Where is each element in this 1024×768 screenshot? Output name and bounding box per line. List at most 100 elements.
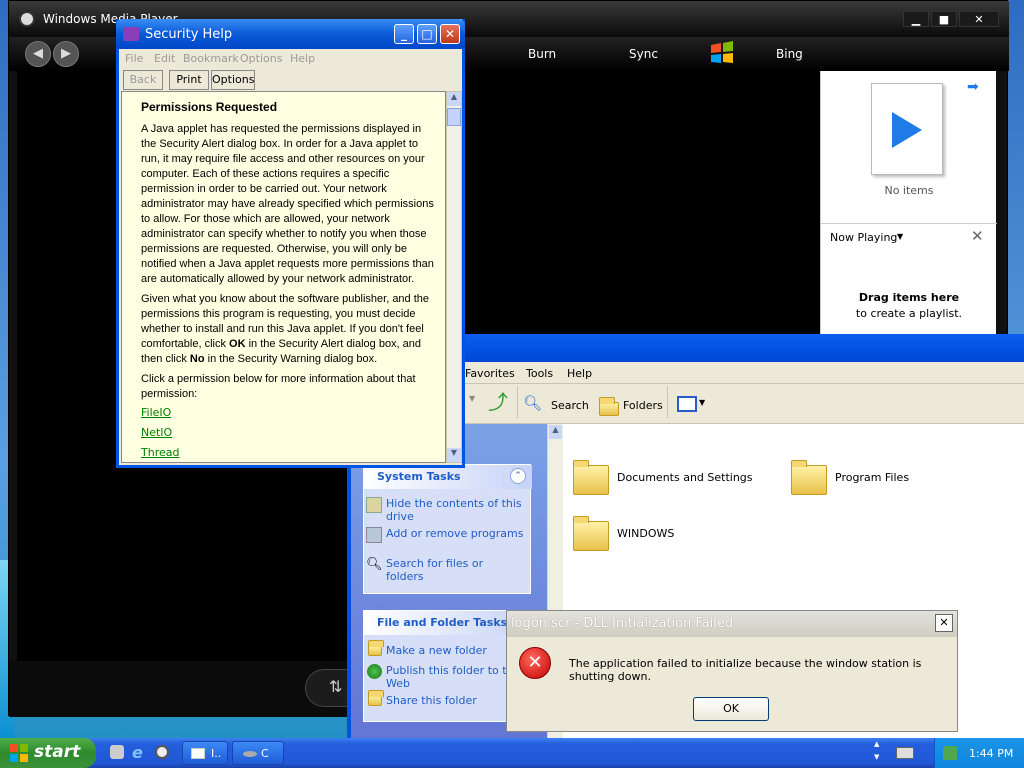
security-help-buttonbar: Back Print Options — [119, 69, 462, 91]
folder-icon[interactable] — [573, 516, 609, 551]
start-label: start — [34, 742, 81, 762]
back-button[interactable]: Back — [123, 70, 163, 90]
shuffle-icon[interactable]: ⇅ — [329, 677, 342, 696]
scroll-up-icon[interactable]: ▲ — [874, 740, 879, 748]
close-button[interactable]: ✕ — [935, 614, 953, 632]
up-folder-icon[interactable]: ⤴ — [488, 392, 508, 412]
folders-icon — [599, 397, 619, 416]
link-thread[interactable]: Thread — [141, 446, 179, 459]
tab-bing[interactable]: Bing — [776, 47, 803, 61]
playlist-placeholder-icon — [871, 83, 943, 175]
task-share[interactable]: Share this folder — [386, 694, 524, 707]
clear-list-icon[interactable]: ✕ — [971, 227, 984, 245]
forward-arrow-icon[interactable]: ▶ — [53, 41, 79, 67]
play-icon — [892, 112, 922, 148]
help-paragraph-1: A Java applet has requested the permissi… — [141, 123, 434, 285]
drag-items-title: Drag items here — [858, 291, 960, 304]
windows-flag-icon — [10, 744, 28, 762]
folder-icon[interactable] — [573, 460, 609, 495]
drive-icon — [366, 497, 382, 513]
windows-flag-icon — [709, 41, 735, 65]
wmp-close-button[interactable]: ✕ — [959, 11, 999, 27]
ie-icon[interactable]: e — [132, 743, 143, 762]
minimize-button[interactable]: _ — [394, 24, 414, 44]
taskbar-task-2[interactable]: C — [232, 741, 284, 765]
wmp-playlist-panel: ➡ No items Now Playing ▼ ✕ Drag items he… — [820, 71, 997, 335]
task-search[interactable]: Search for files or folders — [386, 557, 524, 583]
taskbar-task-1[interactable]: I.. — [182, 741, 228, 765]
folder-icon[interactable] — [791, 460, 827, 495]
wmp-maximize-button[interactable]: ■ — [931, 11, 957, 27]
error-icon: ✕ — [519, 647, 551, 679]
menu-help[interactable]: Help — [290, 52, 315, 65]
print-button[interactable]: Print — [169, 70, 209, 90]
task-new-folder[interactable]: Make a new folder — [386, 644, 524, 657]
back-arrow-icon[interactable]: ◀ — [25, 41, 51, 67]
share-folder-icon — [368, 690, 384, 706]
taskbar: start e I.. C ▲ ▼ 1:44 PM — [0, 738, 1024, 768]
close-button[interactable]: ✕ — [440, 24, 460, 44]
scroll-down-icon[interactable]: ▼ — [874, 753, 879, 761]
wmp-minimize-button[interactable]: ▁ — [903, 11, 929, 27]
options-button[interactable]: Options — [211, 70, 255, 90]
error-message: The application failed to initialize bec… — [569, 657, 922, 683]
scroll-thumb[interactable] — [447, 108, 461, 126]
globe-icon — [367, 664, 382, 679]
menu-edit[interactable]: Edit — [154, 52, 175, 65]
security-help-window: Security Help _ □ ✕ File Edit Bookmark O… — [116, 19, 465, 468]
clock[interactable]: 1:44 PM — [969, 747, 1013, 760]
menu-favorites[interactable]: Favorites — [465, 367, 515, 380]
no-items-text: No items — [884, 184, 934, 197]
collapse-icon[interactable]: ⌃ — [510, 468, 526, 484]
media-player-icon[interactable] — [155, 745, 169, 759]
task-add-remove[interactable]: Add or remove programs — [386, 527, 524, 540]
help-book-icon — [123, 27, 139, 41]
tray-icon[interactable] — [943, 746, 957, 760]
dropdown-arrow-icon[interactable]: ▼ — [469, 394, 475, 403]
start-button[interactable]: start — [0, 738, 96, 768]
views-icon[interactable] — [677, 396, 697, 412]
error-dialog-title: logon.scr - DLL Initialization Failed — [511, 616, 734, 631]
arrow-right-icon[interactable]: ➡ — [967, 79, 979, 95]
help-paragraph-2: Given what you know about the software p… — [141, 293, 430, 365]
error-dialog: logon.scr - DLL Initialization Failed ✕ … — [506, 610, 958, 732]
tab-burn[interactable]: Burn — [528, 47, 556, 61]
security-help-menubar: File Edit Bookmark Options Help — [119, 49, 462, 69]
chevron-down-icon[interactable]: ▼ — [699, 398, 705, 407]
task-hide-contents[interactable]: Hide the contents of this drive — [386, 497, 524, 523]
menu-bookmark[interactable]: Bookmark — [183, 52, 239, 65]
menu-file[interactable]: File — [125, 52, 143, 65]
ok-button[interactable]: OK — [693, 697, 769, 721]
add-remove-icon — [366, 527, 382, 543]
menu-tools[interactable]: Tools — [526, 367, 553, 380]
menu-options[interactable]: Options — [240, 52, 282, 65]
system-tray: 1:44 PM — [934, 738, 1024, 768]
link-netio[interactable]: NetIO — [141, 426, 172, 439]
system-tasks-box: System Tasks ⌃ Hide the contents of this… — [363, 464, 532, 594]
help-heading: Permissions Requested — [141, 100, 278, 114]
scroll-up-icon[interactable]: ▲ — [549, 425, 562, 439]
security-help-title: Security Help — [145, 27, 233, 42]
keyboard-icon[interactable] — [896, 747, 914, 759]
new-folder-icon — [368, 640, 384, 656]
maximize-button[interactable]: □ — [417, 24, 437, 44]
link-fileio[interactable]: FileIO — [141, 406, 171, 419]
tab-sync[interactable]: Sync — [629, 47, 658, 61]
search-icon[interactable]: 🔍︎ — [523, 394, 542, 412]
task-publish[interactable]: Publish this folder to the Web — [386, 664, 524, 690]
system-tasks-title[interactable]: System Tasks — [364, 465, 532, 489]
help-scrollbar[interactable]: ▲ ▼ — [446, 91, 462, 463]
folder-program-files[interactable]: Program Files — [835, 471, 909, 484]
folder-windows[interactable]: WINDOWS — [617, 527, 674, 540]
folders-button[interactable]: Folders — [623, 399, 663, 412]
wmp-app-icon — [19, 11, 35, 27]
folder-documents-and-settings[interactable]: Documents and Settings — [617, 471, 753, 484]
search-button[interactable]: Search — [551, 399, 589, 412]
drag-items-subtitle: to create a playlist. — [855, 307, 963, 320]
chevron-down-icon[interactable]: ▼ — [897, 232, 903, 241]
scroll-up-icon[interactable]: ▲ — [447, 92, 461, 106]
menu-help[interactable]: Help — [567, 367, 592, 380]
scroll-down-icon[interactable]: ▼ — [447, 448, 461, 462]
quicklaunch-icon[interactable] — [110, 745, 124, 759]
now-playing-label[interactable]: Now Playing — [830, 231, 897, 244]
